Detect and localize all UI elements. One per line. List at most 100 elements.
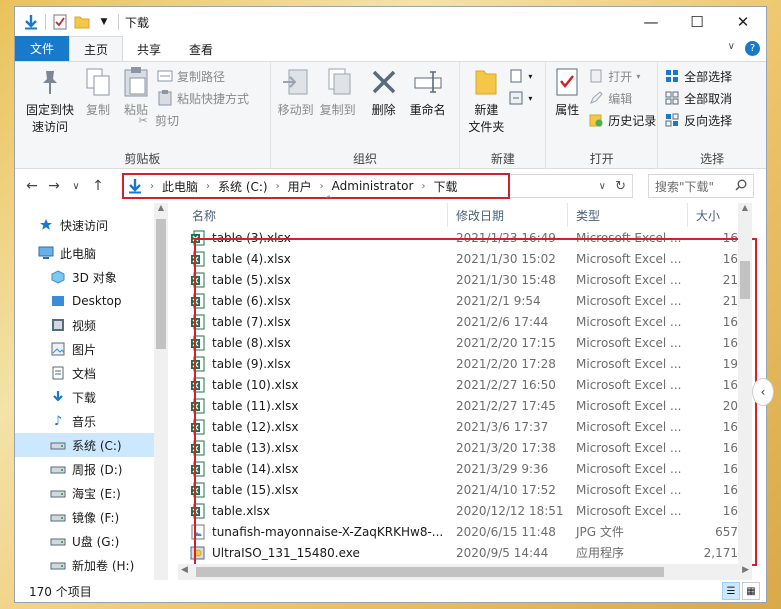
nav-item[interactable]: ♪ 音乐: [15, 409, 168, 433]
address-dropdown-icon[interactable]: ∨: [599, 181, 606, 192]
column-size[interactable]: 大小: [688, 203, 738, 227]
table-row[interactable]: table (8).xlsx 2021/2/20 17:15 Microsoft E…: [178, 332, 752, 353]
table-row[interactable]: table (7).xlsx 2021/2/6 17:44 Microsoft Ex…: [178, 311, 752, 332]
file-date: 2020/9/5 14:44: [456, 545, 549, 560]
list-scroll-up[interactable]: ▲: [738, 203, 752, 217]
breadcrumb-downloads[interactable]: 下载: [433, 178, 457, 195]
new-folder-icon[interactable]: [74, 14, 90, 30]
invert-selection-button[interactable]: 反向选择: [664, 110, 732, 130]
tab-file[interactable]: 文件: [15, 36, 70, 61]
back-button[interactable]: ←: [21, 178, 43, 194]
nav-item[interactable]: Desktop: [15, 289, 168, 313]
hscroll-thumb[interactable]: [196, 567, 664, 577]
breadcrumb-administrator[interactable]: Administrator: [332, 179, 414, 193]
table-row[interactable]: table (3).xlsx 2021/1/23 16:49 Microsoft E…: [178, 227, 752, 248]
close-button[interactable]: ✕: [720, 7, 766, 37]
nav-item[interactable]: 海宝 (E:): [15, 481, 168, 505]
table-row[interactable]: tunafish-mayonnaise-X-ZaqKRKHw8-... 2020/…: [178, 521, 752, 542]
copy-path-button[interactable]: 复制路径: [157, 66, 225, 86]
hscroll-left[interactable]: ◀: [181, 565, 188, 575]
rename-button[interactable]: 重命名: [405, 64, 451, 119]
nav-scroll-up[interactable]: ▲: [154, 203, 168, 217]
file-list-scrollbar[interactable]: ▲: [738, 203, 752, 564]
drive-icon: [49, 437, 67, 453]
nav-item[interactable]: 镜像 (F:): [15, 505, 168, 529]
nav-item[interactable]: U盘 (G:): [15, 529, 168, 553]
table-row[interactable]: table (13).xlsx 2021/3/20 17:38 Microsoft …: [178, 437, 752, 458]
table-row[interactable]: table.xlsx 2020/12/12 18:51 Microsoft Exce…: [178, 500, 752, 521]
hscroll-right[interactable]: ▶: [742, 565, 749, 575]
nav-item[interactable]: 新加卷 (H:): [15, 553, 168, 577]
file-date: 2021/1/30 15:02: [456, 251, 556, 266]
new-folder-button[interactable]: 新建 文件夹: [464, 64, 508, 136]
delete-button[interactable]: 删除: [367, 64, 401, 119]
nav-item[interactable]: 3D 对象: [15, 265, 168, 289]
properties-check-icon[interactable]: [52, 14, 68, 30]
forward-button[interactable]: →: [43, 178, 65, 194]
nav-item[interactable]: 此电脑: [15, 241, 168, 265]
address-bar[interactable]: › 此电脑 › 系统 (C:) › 用户 › Administrator › 下…: [123, 174, 633, 198]
horizontal-scrollbar[interactable]: ◀ ▶: [178, 564, 752, 580]
copy-to-button[interactable]: 复制到: [317, 64, 359, 119]
table-row[interactable]: UltraISO_131_15480.exe 2020/9/5 14:44 应用程序…: [178, 542, 752, 563]
tab-home[interactable]: 主页: [69, 36, 124, 61]
search-box[interactable]: 搜索"下载": [648, 174, 754, 198]
file-date: 2020/6/15 11:48: [456, 524, 556, 539]
nav-item[interactable]: 文档: [15, 361, 168, 385]
nav-item[interactable]: 周报 (D:): [15, 457, 168, 481]
properties-button[interactable]: 属性: [550, 64, 584, 119]
table-row[interactable]: table (9).xlsx 2021/2/20 17:28 Microsoft E…: [178, 353, 752, 374]
file-name: table (15).xlsx: [212, 482, 299, 497]
large-icons-view-button[interactable]: ▦: [742, 582, 760, 600]
table-row[interactable]: table (14).xlsx 2021/3/29 9:36 Microsoft E…: [178, 458, 752, 479]
history-button[interactable]: 历史记录: [588, 110, 656, 130]
nav-scrollbar[interactable]: ▲: [154, 203, 168, 580]
table-row[interactable]: table (11).xlsx 2021/2/27 17:45 Microsoft …: [178, 395, 752, 416]
cut-button[interactable]: ✂ 剪切: [135, 110, 179, 130]
new-item-button[interactable]: ▾: [508, 66, 532, 86]
up-button[interactable]: ↑: [87, 178, 109, 194]
select-none-button[interactable]: 全部取消: [664, 88, 732, 108]
minimize-button[interactable]: —: [628, 7, 674, 37]
refresh-icon[interactable]: ↻: [615, 179, 626, 194]
nav-item[interactable]: 图片: [15, 337, 168, 361]
table-row[interactable]: table (15).xlsx 2021/4/10 17:52 Microsoft …: [178, 479, 752, 500]
recent-locations-icon[interactable]: ∨: [65, 181, 87, 192]
help-icon[interactable]: ?: [745, 41, 760, 56]
column-date[interactable]: 修改日期: [448, 203, 568, 227]
column-type[interactable]: 类型: [568, 203, 688, 227]
column-name[interactable]: 名称: [178, 203, 448, 227]
table-row[interactable]: table (6).xlsx 2021/2/1 9:54 Microsoft Exc…: [178, 290, 752, 311]
drive-icon: [49, 557, 67, 573]
chevron-left-icon[interactable]: ‹: [752, 378, 774, 406]
easy-access-button[interactable]: ▾: [508, 88, 532, 108]
history-label: 历史记录: [608, 113, 657, 128]
nav-item[interactable]: 快速访问: [15, 213, 168, 237]
customize-dropdown-icon[interactable]: ▼: [96, 14, 112, 30]
breadcrumb-drive-c[interactable]: 系统 (C:): [218, 178, 268, 195]
copy-button[interactable]: 复制: [81, 64, 115, 119]
select-all-button[interactable]: 全部选择: [664, 66, 732, 86]
move-to-button[interactable]: 移动到: [275, 64, 317, 119]
maximize-button[interactable]: ☐: [674, 7, 720, 37]
paste-shortcut-button[interactable]: 粘贴快捷方式: [157, 88, 249, 108]
table-row[interactable]: table (4).xlsx 2021/1/30 15:02 Microsoft E…: [178, 248, 752, 269]
collapse-ribbon-icon[interactable]: ∨: [728, 41, 735, 56]
nav-item[interactable]: 系统 (C:): [15, 433, 168, 457]
table-row[interactable]: table (5).xlsx 2021/1/30 15:48 Microsoft E…: [178, 269, 752, 290]
nav-scroll-thumb[interactable]: [156, 219, 166, 349]
file-type: Microsoft Excel ...: [576, 398, 682, 413]
edit-button[interactable]: 编辑: [588, 88, 632, 108]
nav-item[interactable]: 下载: [15, 385, 168, 409]
open-button[interactable]: 打开 ▾: [588, 66, 640, 86]
breadcrumb-users[interactable]: 用户: [288, 178, 312, 195]
nav-item[interactable]: 视频: [15, 313, 168, 337]
table-row[interactable]: table (10).xlsx 2021/2/27 16:50 Microsoft …: [178, 374, 752, 395]
table-row[interactable]: table (12).xlsx 2021/3/6 17:37 Microsoft E…: [178, 416, 752, 437]
tab-view[interactable]: 查看: [175, 37, 227, 61]
list-scroll-thumb[interactable]: [740, 261, 750, 299]
breadcrumb-this-pc[interactable]: 此电脑: [162, 178, 198, 195]
tab-share[interactable]: 共享: [123, 37, 175, 61]
pin-quick-access-button[interactable]: 固定到快 速访问: [21, 64, 79, 136]
details-view-button[interactable]: ☰: [722, 582, 740, 600]
